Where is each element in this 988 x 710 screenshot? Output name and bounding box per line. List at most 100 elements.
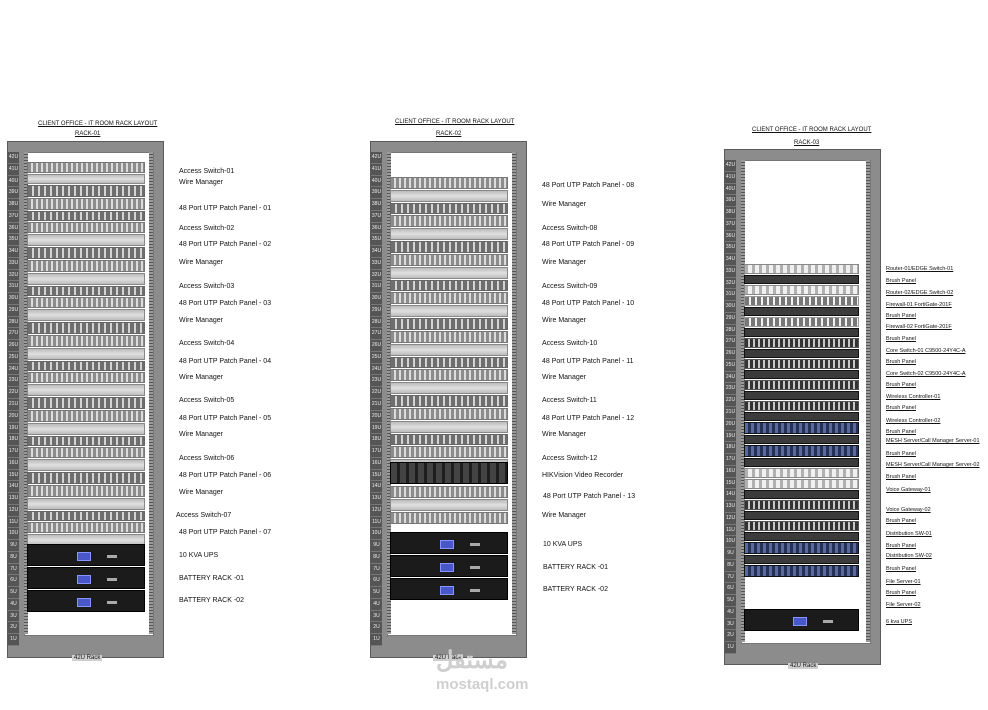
access-switch bbox=[27, 247, 145, 259]
rack1-right-rail bbox=[149, 152, 153, 634]
voice-gateway bbox=[744, 468, 859, 478]
patch-panel bbox=[27, 260, 145, 272]
wire-manager bbox=[390, 499, 508, 511]
ups-unit bbox=[390, 532, 508, 554]
rack3-label-24: Distribution SW-02 bbox=[886, 553, 932, 559]
rack-unit-number: 40U bbox=[371, 176, 382, 188]
rack1-label-17: Wire Manager bbox=[179, 489, 223, 496]
rack-unit-number: 17U bbox=[725, 454, 736, 466]
rack-unit-number: 11U bbox=[371, 517, 382, 529]
rack1-name: RACK-01 bbox=[75, 131, 101, 137]
rack-unit-number: 23U bbox=[725, 383, 736, 396]
rack-unit-number: 36U bbox=[371, 223, 382, 235]
rack1-label-1: Wire Manager bbox=[179, 179, 223, 186]
rack-unit-number: 38U bbox=[725, 207, 736, 219]
patch-panel bbox=[390, 446, 508, 458]
access-switch bbox=[390, 318, 508, 330]
brush-panel bbox=[744, 435, 859, 444]
rack-unit-number: 28U bbox=[8, 317, 19, 329]
rack-unit-number: 16U bbox=[725, 466, 736, 478]
patch-panel bbox=[27, 372, 145, 383]
brush-panel bbox=[744, 349, 859, 358]
ups-brand-badge bbox=[822, 620, 833, 623]
watermark-latin: mostaql.com bbox=[436, 676, 529, 693]
rack-unit-number: 32U bbox=[371, 270, 382, 282]
rack2-title: CLIENT OFFICE - IT ROOM RACK LAYOUT bbox=[395, 119, 515, 125]
rack1-label-7: 48 Port UTP Patch Panel - 03 bbox=[179, 300, 272, 307]
rack-unit-number: 39U bbox=[8, 187, 19, 200]
rack1-label-3: Access Switch-02 bbox=[179, 225, 235, 232]
rack-unit-number: 26U bbox=[8, 340, 19, 352]
rack1-label-8: Wire Manager bbox=[179, 317, 223, 324]
rack-unit-number: 27U bbox=[8, 328, 19, 341]
brush-panel bbox=[744, 458, 859, 467]
rack2-label-4: Wire Manager bbox=[542, 259, 586, 266]
rack-unit-number: 20U bbox=[371, 411, 382, 423]
rack3-label-28: File Server-02 bbox=[886, 602, 921, 608]
rack-unit-number: 9U bbox=[371, 540, 382, 552]
rack-unit-number: 35U bbox=[371, 234, 382, 247]
rack-unit-number: 5U bbox=[725, 595, 736, 607]
patch-panel bbox=[27, 485, 145, 497]
rack-unit-number: 21U bbox=[725, 407, 736, 419]
firewall bbox=[744, 296, 859, 306]
core-switch bbox=[744, 338, 859, 348]
rack3-label-15: MESH Server/Call Manager Server-01 bbox=[886, 438, 980, 444]
wire-manager bbox=[27, 423, 145, 435]
access-switch bbox=[390, 357, 508, 368]
rack-unit-number: 28U bbox=[725, 325, 736, 337]
rack-unit-number: 19U bbox=[371, 423, 382, 435]
rack-unit-number: 14U bbox=[725, 489, 736, 502]
rack3-label-5: Firewall-02 FortiGate-201F bbox=[886, 324, 952, 330]
rack2-label-20: BATTERY RACK -02 bbox=[543, 586, 608, 593]
rack1-unit-column: 42U 41U 40U 39U 38U 37U 36U 35U 34U 33U 32U 31U 30U 2… bbox=[8, 152, 19, 646]
brush-panel bbox=[744, 532, 859, 541]
rack2-label-8: Access Switch-10 bbox=[542, 340, 598, 347]
rack-unit-number: 2U bbox=[8, 622, 19, 635]
rack1-label-14: Wire Manager bbox=[179, 431, 223, 438]
rack-unit-number: 36U bbox=[8, 223, 19, 235]
rack-unit-number: 39U bbox=[371, 187, 382, 200]
rack3-title: CLIENT OFFICE - IT ROOM RACK LAYOUT bbox=[752, 127, 872, 133]
wire-manager bbox=[390, 190, 508, 202]
wire-manager bbox=[27, 459, 145, 471]
rack-unit-number: 3U bbox=[725, 619, 736, 631]
wire-manager bbox=[390, 344, 508, 356]
patch-panel bbox=[27, 447, 145, 458]
rack-unit-number: 6U bbox=[725, 583, 736, 596]
ups-display bbox=[440, 540, 454, 549]
brush-panel bbox=[744, 370, 859, 379]
rack-unit-number: 41U bbox=[371, 164, 382, 176]
rack-unit-number: 41U bbox=[725, 172, 736, 184]
ups-brand-badge bbox=[470, 566, 480, 569]
access-switch bbox=[27, 511, 145, 521]
rack-unit-number: 11U bbox=[8, 517, 19, 529]
rack-unit-number: 33U bbox=[725, 266, 736, 278]
rack-unit-number: 13U bbox=[8, 493, 19, 505]
file-server bbox=[744, 542, 859, 554]
rack3-label-19: Voice Gateway-01 bbox=[886, 487, 931, 493]
rack2-label-11: Access Switch-11 bbox=[542, 397, 597, 404]
access-switch bbox=[27, 185, 145, 197]
access-switch bbox=[390, 241, 508, 253]
wire-manager bbox=[390, 267, 508, 279]
rack-unit-number: 35U bbox=[725, 242, 736, 255]
rack-unit-number: 2U bbox=[371, 622, 382, 635]
rack-unit-number: 25U bbox=[725, 360, 736, 372]
ups-brand-badge bbox=[470, 589, 480, 592]
rack1-label-6: Access Switch-03 bbox=[179, 283, 235, 290]
firewall bbox=[744, 317, 859, 327]
rack-unit-number: 30U bbox=[371, 293, 382, 305]
access-switch bbox=[27, 211, 145, 221]
wire-manager bbox=[27, 498, 145, 510]
access-switch bbox=[27, 322, 145, 334]
rack3-name: RACK-03 bbox=[794, 140, 820, 146]
file-server bbox=[744, 565, 859, 577]
rack-unit-number: 19U bbox=[8, 423, 19, 435]
rack-unit-number: 33U bbox=[371, 258, 382, 270]
rack-unit-number: 14U bbox=[371, 481, 382, 494]
rack-unit-number: 28U bbox=[371, 317, 382, 329]
access-switch bbox=[390, 434, 508, 445]
rack-unit-number: 7U bbox=[8, 564, 19, 576]
battery-rack bbox=[390, 578, 508, 600]
